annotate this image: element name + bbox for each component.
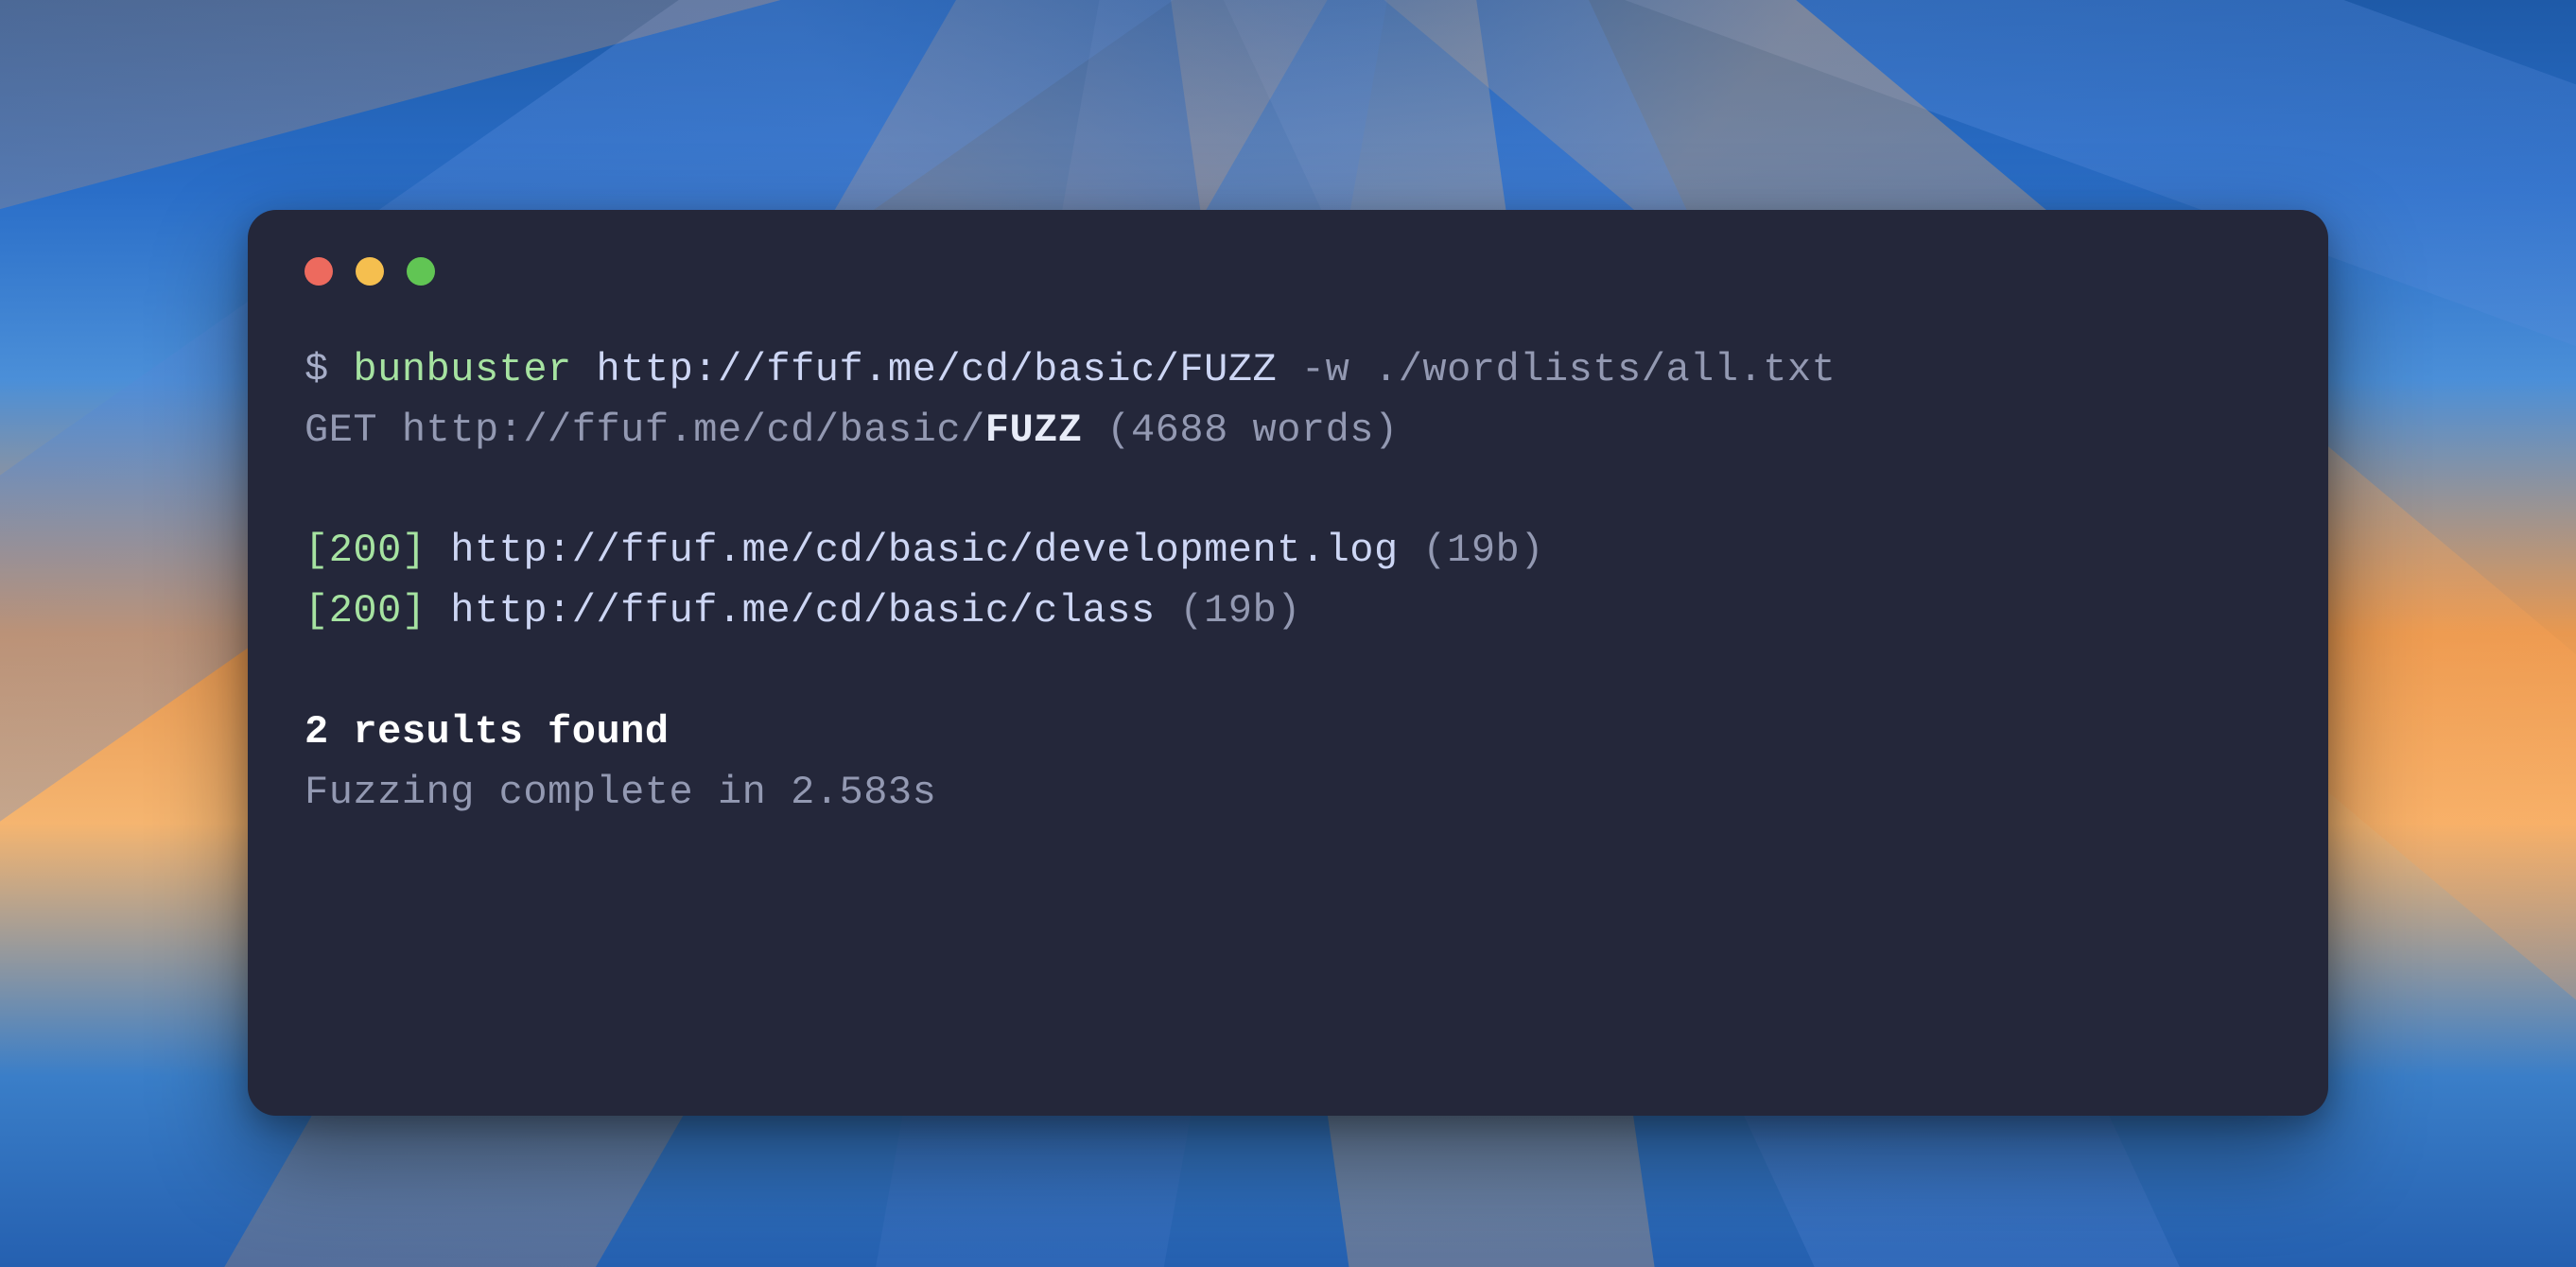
blank-line — [305, 642, 2271, 703]
command-line: $ bunbuster http://ffuf.me/cd/basic/FUZZ… — [305, 340, 2271, 401]
timing-summary: Fuzzing complete in 2.583s — [305, 763, 2271, 824]
command-url-arg: http://ffuf.me/cd/basic/FUZZ — [572, 347, 1301, 392]
terminal-output[interactable]: $ bunbuster http://ffuf.me/cd/basic/FUZZ… — [305, 340, 2271, 824]
maximize-window-button[interactable] — [407, 257, 435, 286]
wordlist-count: (4688 words) — [1083, 408, 1399, 453]
request-url-prefix: http://ffuf.me/cd/basic/ — [402, 408, 985, 453]
request-info-line: GET http://ffuf.me/cd/basic/FUZZ (4688 w… — [305, 401, 2271, 461]
blank-line — [305, 461, 2271, 522]
results-summary: 2 results found — [305, 703, 2271, 763]
http-status-code: [200] — [305, 588, 426, 634]
result-url: http://ffuf.me/cd/basic/class — [426, 588, 1180, 634]
http-method: GET — [305, 408, 402, 453]
result-url: http://ffuf.me/cd/basic/development.log — [426, 528, 1423, 573]
http-status-code: [200] — [305, 528, 426, 573]
command-flag-arg: -w ./wordlists/all.txt — [1301, 347, 1836, 392]
minimize-window-button[interactable] — [356, 257, 384, 286]
result-size: (19b) — [1179, 588, 1301, 634]
result-size: (19b) — [1422, 528, 1544, 573]
close-window-button[interactable] — [305, 257, 333, 286]
window-controls — [305, 257, 2271, 286]
prompt-symbol: $ — [305, 347, 353, 392]
request-url-fuzz-keyword: FUZZ — [985, 408, 1083, 453]
command-name: bunbuster — [353, 347, 571, 392]
result-row: [200] http://ffuf.me/cd/basic/developmen… — [305, 521, 2271, 581]
result-row: [200] http://ffuf.me/cd/basic/class (19b… — [305, 581, 2271, 642]
terminal-window[interactable]: $ bunbuster http://ffuf.me/cd/basic/FUZZ… — [248, 210, 2328, 1116]
